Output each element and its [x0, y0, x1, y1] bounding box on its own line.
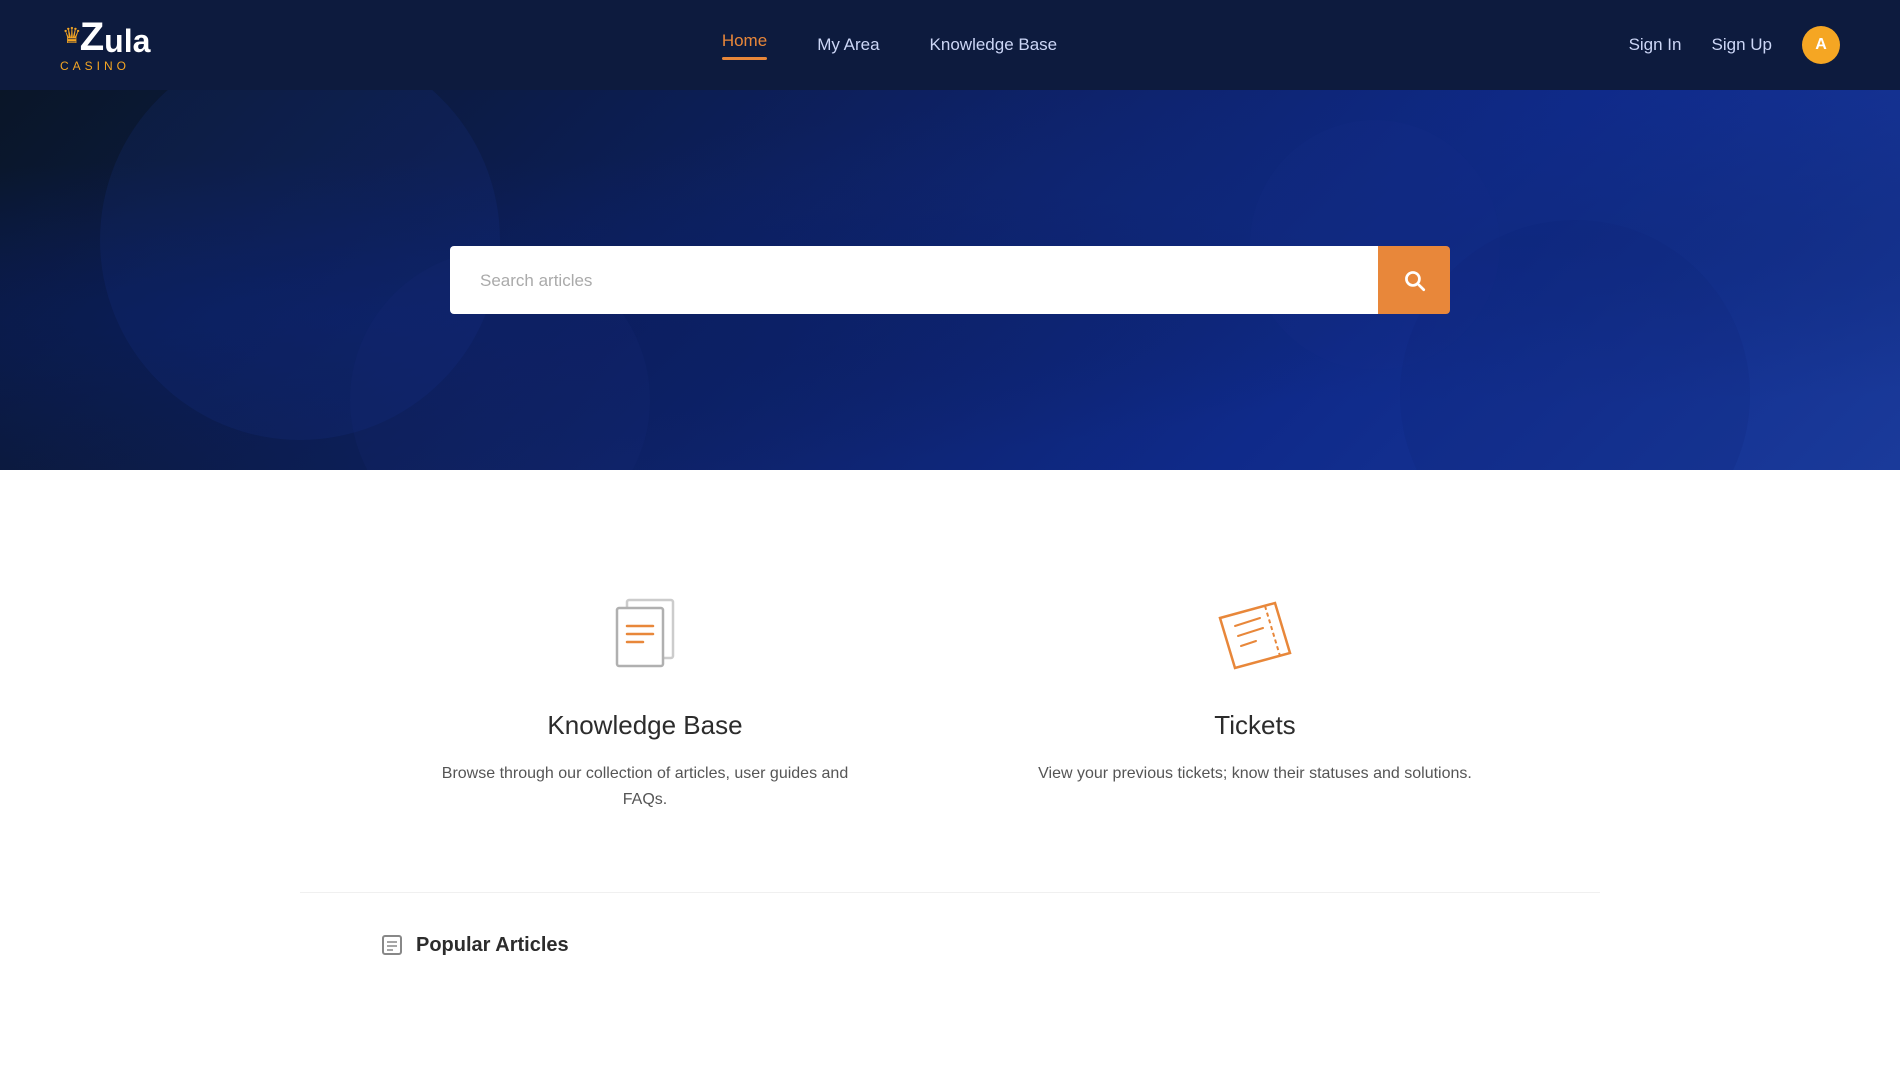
- search-container: [450, 246, 1450, 314]
- knowledge-base-icon: [600, 590, 690, 680]
- nav-link-myarea[interactable]: My Area: [817, 35, 879, 54]
- hero-section: [0, 90, 1900, 470]
- nav-link-home[interactable]: Home: [722, 31, 767, 60]
- logo-letter-z: Z: [80, 17, 104, 57]
- search-input[interactable]: [450, 246, 1378, 314]
- main-content: Knowledge Base Browse through our collec…: [0, 470, 1900, 1017]
- popular-articles-title: Popular Articles: [416, 934, 569, 957]
- tickets-card-title: Tickets: [1214, 710, 1295, 741]
- popular-articles-header: Popular Articles: [380, 933, 1520, 957]
- nav-link-knowledge-base[interactable]: Knowledge Base: [930, 35, 1058, 54]
- nav-item-home[interactable]: Home: [722, 31, 767, 60]
- logo-crown-icon: ♛: [62, 23, 82, 49]
- signup-link[interactable]: Sign Up: [1712, 35, 1772, 55]
- knowledge-base-card[interactable]: Knowledge Base Browse through our collec…: [340, 550, 950, 852]
- nav-links: Home My Area Knowledge Base: [722, 31, 1057, 60]
- search-icon: [1401, 267, 1427, 293]
- navbar: ♛ Z ula casino Home My Area Knowledge Ba…: [0, 0, 1900, 90]
- logo-rest: ula: [104, 25, 150, 57]
- knowledge-base-card-title: Knowledge Base: [547, 710, 742, 741]
- popular-articles-section: Popular Articles: [300, 892, 1600, 957]
- tickets-card[interactable]: Tickets View your previous tickets; know…: [950, 550, 1560, 852]
- knowledge-base-card-desc: Browse through our collection of article…: [420, 761, 870, 812]
- logo-sub: casino: [60, 59, 130, 73]
- cards-section: Knowledge Base Browse through our collec…: [300, 550, 1600, 852]
- tickets-icon: [1210, 590, 1300, 680]
- search-button[interactable]: [1378, 246, 1450, 314]
- signin-link[interactable]: Sign In: [1629, 35, 1682, 55]
- popular-articles-icon: [380, 933, 404, 957]
- nav-right: Sign In Sign Up A: [1629, 26, 1840, 64]
- logo[interactable]: ♛ Z ula casino: [60, 17, 150, 73]
- nav-item-knowledge-base[interactable]: Knowledge Base: [930, 35, 1058, 55]
- nav-item-myarea[interactable]: My Area: [817, 35, 879, 55]
- avatar[interactable]: A: [1802, 26, 1840, 64]
- tickets-card-desc: View your previous tickets; know their s…: [1038, 761, 1472, 787]
